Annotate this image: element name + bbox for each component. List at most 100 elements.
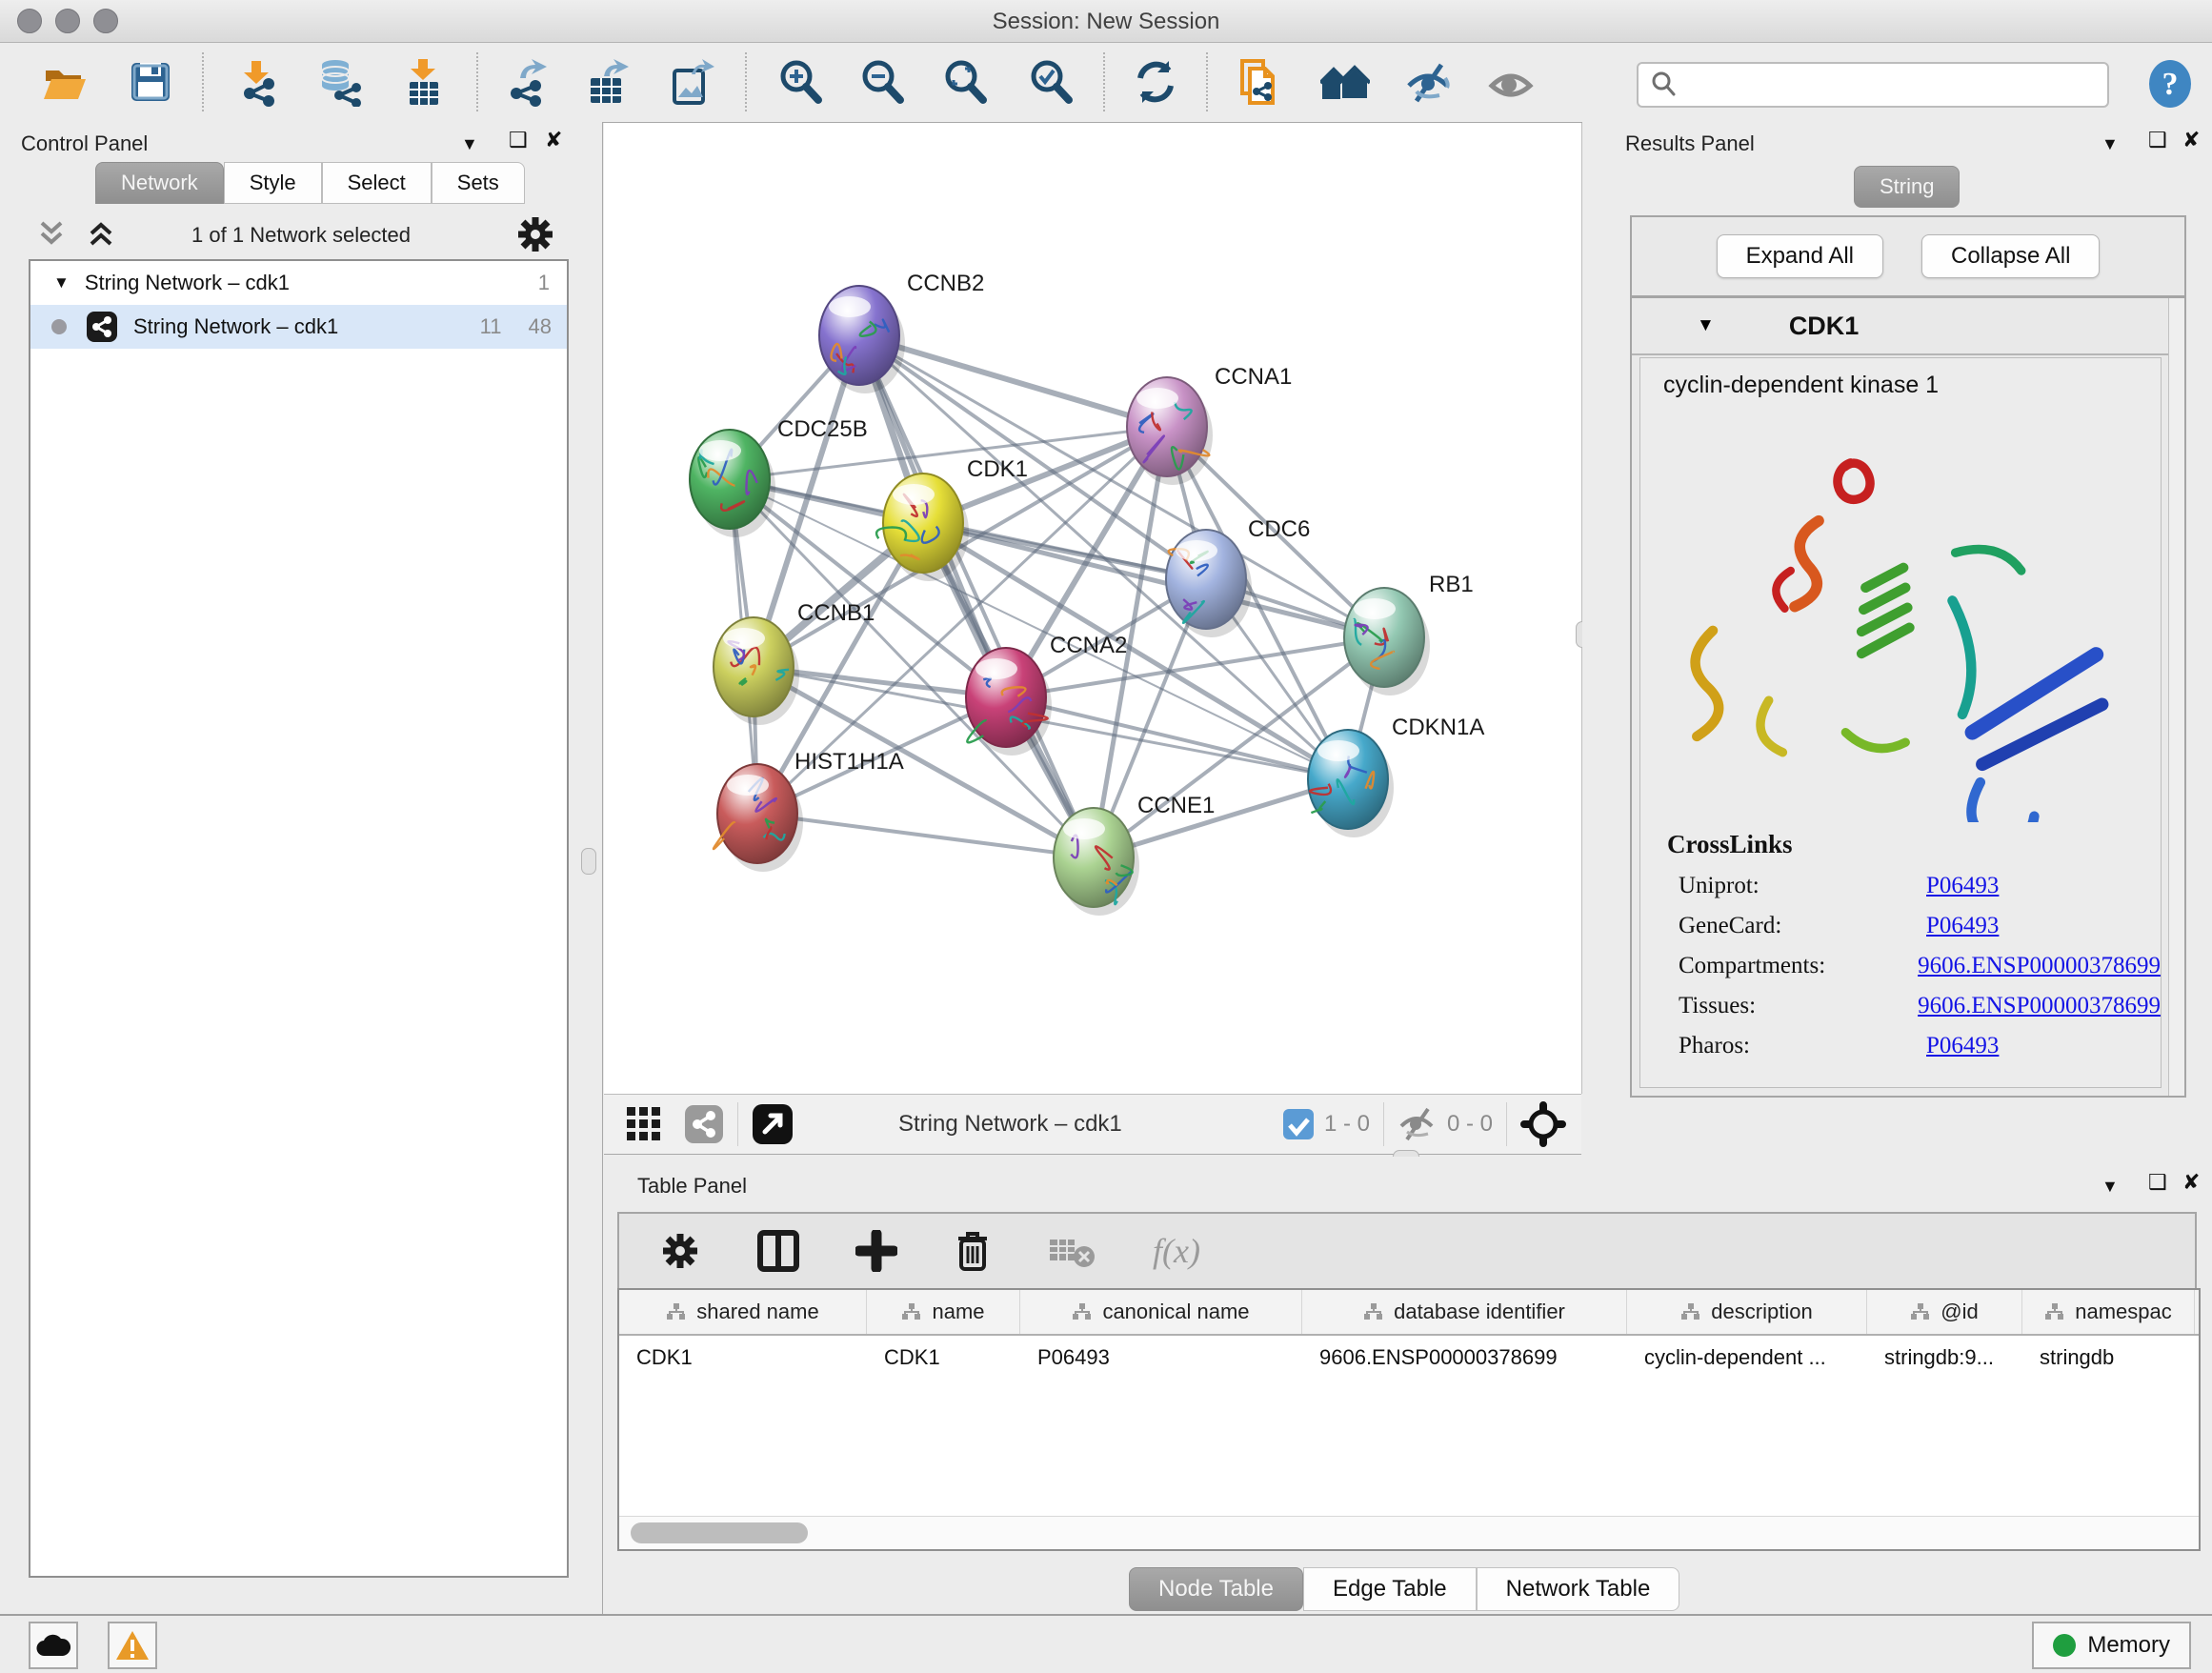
warnings-button[interactable] (108, 1622, 157, 1669)
export-network-icon[interactable] (501, 57, 551, 107)
control-panel-collapse-icon[interactable]: ▼ (461, 133, 478, 154)
crosslink-value-link[interactable]: P06493 (1926, 913, 1999, 939)
tab-network-table[interactable]: Network Table (1477, 1567, 1680, 1611)
results-panel-collapse-icon[interactable]: ▼ (2101, 133, 2119, 154)
table-horizontal-scrollbar[interactable] (619, 1516, 2199, 1549)
warning-icon (115, 1630, 150, 1661)
scrollbar-thumb[interactable] (631, 1522, 808, 1543)
results-panel-float-icon[interactable]: ❑ (2148, 130, 2167, 151)
zoom-fit-icon[interactable] (940, 57, 990, 107)
node-label[interactable]: RB1 (1429, 572, 1474, 597)
memory-button[interactable]: Memory (2032, 1622, 2191, 1669)
show-all-icon[interactable] (1486, 57, 1536, 107)
grid-view-icon[interactable] (625, 1105, 663, 1143)
node-label[interactable]: CCNA1 (1215, 364, 1292, 390)
node-label[interactable]: HIST1H1A (794, 749, 904, 775)
column-header[interactable]: canonical name (1020, 1290, 1302, 1334)
first-neighbors-icon[interactable] (1320, 57, 1370, 107)
save-session-icon[interactable] (126, 57, 175, 107)
toolbar-separator (1206, 52, 1208, 111)
tab-sets[interactable]: Sets (432, 162, 525, 204)
table-panel-close-icon[interactable]: ✘ (2182, 1172, 2200, 1193)
cloud-status-button[interactable] (29, 1622, 78, 1669)
table-cell[interactable]: P06493 (1020, 1336, 1302, 1380)
import-table-file-icon[interactable] (398, 57, 448, 107)
tab-select[interactable]: Select (322, 162, 432, 204)
network-badge-icon[interactable] (684, 1104, 724, 1144)
table-panel-collapse-icon[interactable]: ▼ (2101, 1176, 2119, 1197)
export-image-icon[interactable] (665, 57, 714, 107)
network-options-gear-icon[interactable] (514, 213, 556, 255)
crosslink-value-link[interactable]: 9606.ENSP00000378699 (1918, 953, 2161, 979)
collection-expander-icon[interactable]: ▼ (53, 273, 70, 292)
table-cell[interactable]: cyclin-dependent ... (1627, 1336, 1867, 1380)
column-header[interactable]: @id (1867, 1290, 2022, 1334)
tab-node-table[interactable]: Node Table (1129, 1567, 1303, 1611)
column-header[interactable]: database identifier (1302, 1290, 1627, 1334)
node-label[interactable]: CDC6 (1248, 516, 1310, 542)
show-columns-icon[interactable] (756, 1229, 800, 1273)
node-label[interactable]: CCNA2 (1050, 633, 1127, 658)
results-scrollbar[interactable] (2168, 298, 2184, 1096)
control-panel-close-icon[interactable]: ✘ (545, 130, 562, 151)
tab-network[interactable]: Network (95, 162, 224, 204)
table-cell[interactable]: 9606.ENSP00000378699 (1302, 1336, 1627, 1380)
help-icon[interactable]: ? (2145, 59, 2195, 109)
table-row[interactable]: CDK1CDK1P064939606.ENSP00000378699cyclin… (619, 1336, 2199, 1380)
table-options-gear-icon[interactable] (659, 1230, 701, 1272)
zoom-out-icon[interactable] (857, 57, 907, 107)
hidden-eye-slash-icon[interactable] (1398, 1107, 1438, 1141)
crosslink-value-link[interactable]: P06493 (1926, 1033, 1999, 1059)
node-label[interactable]: CDK1 (967, 456, 1028, 482)
column-header[interactable]: description (1627, 1290, 1867, 1334)
column-header[interactable]: shared name (619, 1290, 867, 1334)
node-label[interactable]: CCNB1 (797, 600, 875, 626)
string-network-graph[interactable]: CCNB2 CCNA1 CDC25B CDK1 CDC6 RB1 CCNB1 CCNA2 CDK… (604, 123, 1581, 1094)
results-panel-close-icon[interactable]: ✘ (2182, 130, 2200, 151)
import-network-file-icon[interactable] (232, 57, 282, 107)
column-header[interactable]: namespac (2022, 1290, 2195, 1334)
node-label[interactable]: CCNE1 (1137, 793, 1215, 818)
birds-eye-view-icon[interactable] (1520, 1101, 1566, 1147)
crosslink-value-link[interactable]: 9606.ENSP00000378699 (1918, 993, 2161, 1019)
network-row[interactable]: String Network – cdk1 11 48 (30, 305, 567, 349)
table-tabs: Node TableEdge TableNetwork Table (1129, 1567, 1679, 1611)
refresh-icon[interactable] (1131, 57, 1180, 107)
delete-table-icon[interactable] (1048, 1232, 1097, 1270)
node-label[interactable]: CCNB2 (907, 271, 984, 296)
control-panel-float-icon[interactable]: ❑ (509, 130, 528, 151)
selected-checkbox-icon[interactable] (1282, 1108, 1315, 1140)
node-label[interactable]: CDC25B (777, 416, 868, 442)
clone-network-icon[interactable] (1235, 57, 1284, 107)
open-in-new-window-icon[interactable] (752, 1103, 794, 1145)
function-builder-icon[interactable]: f(x) (1153, 1231, 1200, 1271)
tab-style[interactable]: Style (224, 162, 322, 204)
table-cell[interactable]: CDK1 (619, 1336, 867, 1380)
open-session-icon[interactable] (40, 57, 90, 107)
expand-all-button[interactable]: Expand All (1717, 234, 1883, 278)
table-panel-float-icon[interactable]: ❑ (2148, 1172, 2167, 1193)
tab-string[interactable]: String (1854, 166, 1960, 208)
search-input[interactable] (1686, 71, 2107, 98)
table-cell[interactable]: CDK1 (867, 1336, 1020, 1380)
tab-edge-table[interactable]: Edge Table (1303, 1567, 1477, 1611)
node-label[interactable]: CDKN1A (1392, 715, 1484, 740)
gene-expander-icon[interactable]: ▼ (1697, 315, 1715, 336)
delete-column-trash-icon[interactable] (953, 1229, 993, 1273)
import-network-database-icon[interactable] (314, 57, 364, 107)
hide-selected-icon[interactable] (1403, 57, 1453, 107)
zoom-selected-icon[interactable] (1026, 57, 1076, 107)
gene-section-header[interactable]: ▼ CDK1 (1632, 298, 2184, 355)
network-collection-row[interactable]: ▼ String Network – cdk1 1 (30, 261, 567, 305)
collapse-all-button[interactable]: Collapse All (1921, 234, 2100, 278)
create-column-plus-icon[interactable] (855, 1230, 897, 1272)
zoom-in-icon[interactable] (775, 57, 825, 107)
network-canvas[interactable]: CCNB2 CCNA1 CDC25B CDK1 CDC6 RB1 CCNB1 CCNA2 CDK… (604, 123, 1582, 1094)
left-splitter-handle[interactable] (581, 848, 596, 875)
table-cell[interactable]: stringdb:9... (1867, 1336, 2022, 1380)
toolbar-separator (476, 52, 478, 111)
crosslink-value-link[interactable]: P06493 (1926, 873, 1999, 899)
table-cell[interactable]: stringdb (2022, 1336, 2195, 1380)
column-header[interactable]: name (867, 1290, 1020, 1334)
export-table-icon[interactable] (583, 57, 633, 107)
